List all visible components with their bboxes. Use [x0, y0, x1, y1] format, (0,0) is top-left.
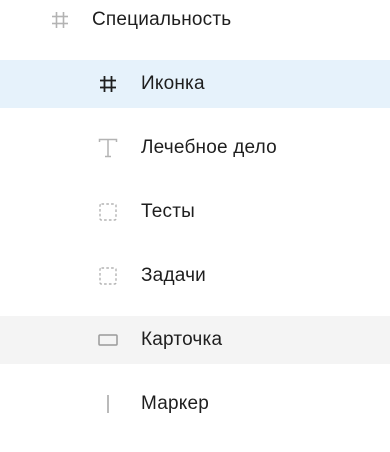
layer-row-testy[interactable]: Тесты	[0, 188, 390, 236]
layer-row-ikonka[interactable]: Иконка	[0, 60, 390, 108]
layer-label: Специальность	[92, 9, 232, 30]
layer-row-marker[interactable]: Маркер	[0, 380, 390, 428]
frame-grid-icon	[96, 72, 120, 96]
layer-label: Иконка	[141, 73, 205, 94]
rectangle-icon	[96, 328, 120, 352]
dashed-frame-icon	[96, 264, 120, 288]
frame-grid-icon	[48, 8, 72, 32]
text-icon	[96, 136, 120, 160]
layer-row-specialnost[interactable]: Специальность	[0, 0, 390, 44]
line-icon	[96, 392, 120, 416]
layer-label: Карточка	[141, 329, 223, 350]
dashed-frame-icon	[96, 200, 120, 224]
layer-label: Задачи	[141, 265, 206, 286]
layers-panel: Специальность Иконка Лечебное дело Тесты…	[0, 0, 390, 452]
layer-label: Маркер	[141, 393, 210, 414]
layer-row-zadachi[interactable]: Задачи	[0, 252, 390, 300]
layer-row-lechebnoe-delo[interactable]: Лечебное дело	[0, 124, 390, 172]
layer-label: Лечебное дело	[141, 137, 277, 158]
layer-label: Тесты	[141, 201, 195, 222]
layer-row-kartochka[interactable]: Карточка	[0, 316, 390, 364]
